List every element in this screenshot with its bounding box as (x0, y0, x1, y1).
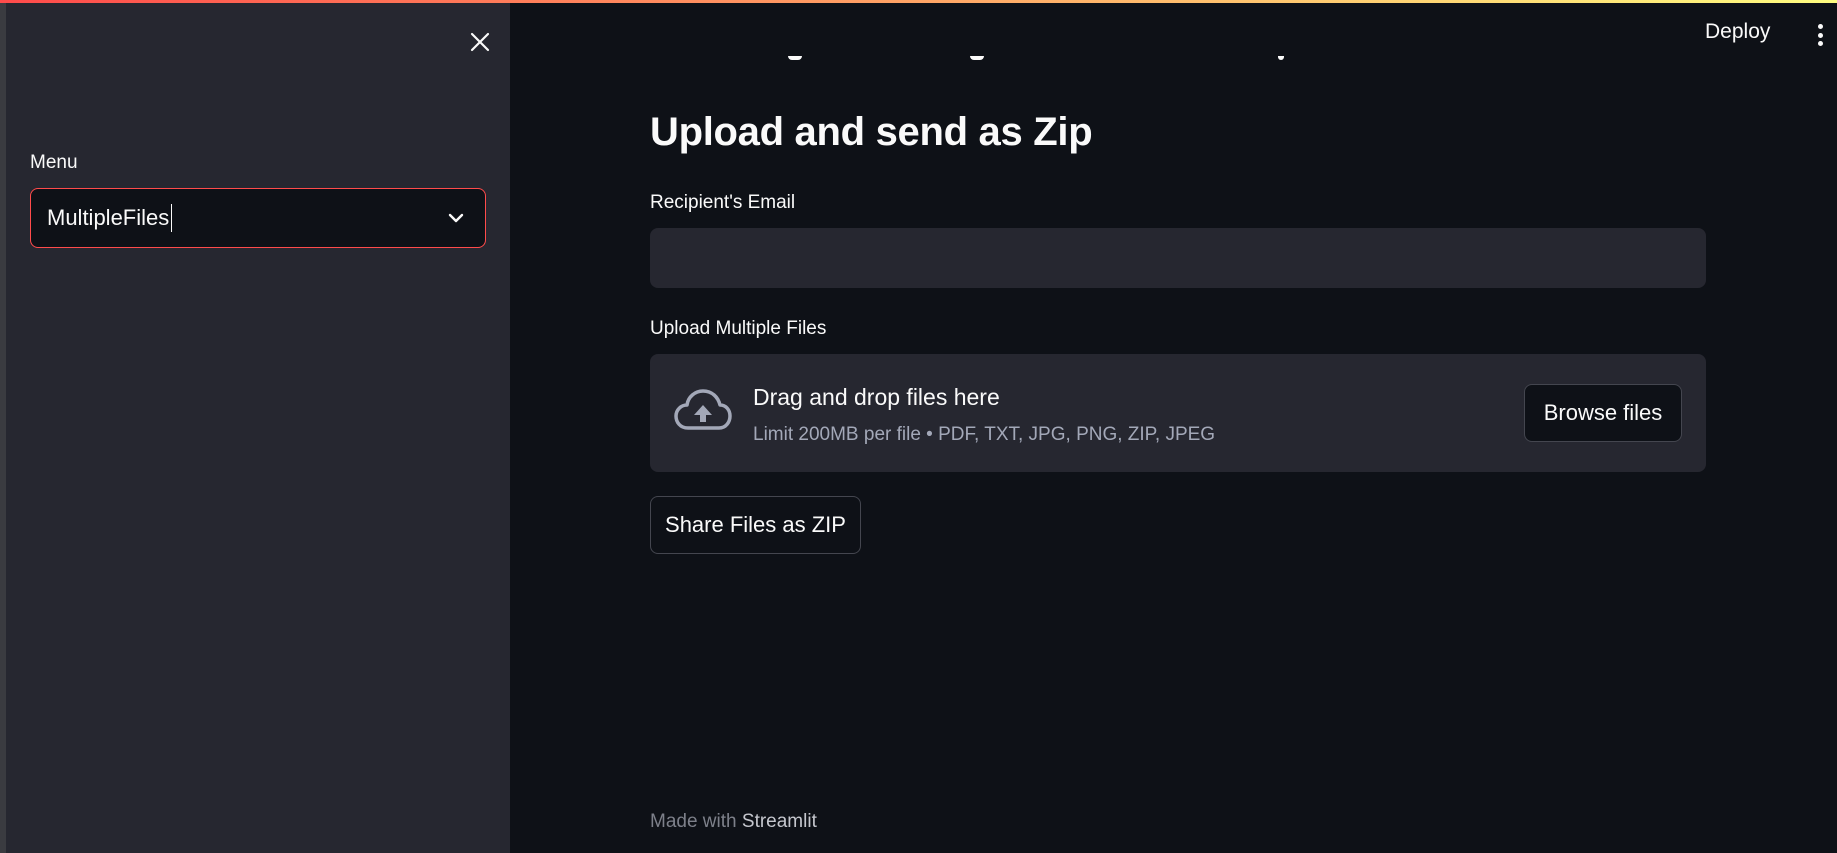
cloud-upload-icon (674, 389, 732, 430)
share-files-zip-button[interactable]: Share Files as ZIP (650, 496, 861, 554)
text-caret (171, 204, 173, 232)
file-dropzone[interactable]: Drag and drop files here Limit 200MB per… (650, 354, 1706, 472)
page-title: Upload and send as Zip (650, 110, 1093, 154)
browse-files-button[interactable]: Browse files (1524, 384, 1682, 442)
close-icon (470, 32, 490, 52)
more-menu-button[interactable] (1812, 22, 1828, 48)
header-decoration-bar (0, 0, 1837, 3)
dropzone-limits: Limit 200MB per file • PDF, TXT, JPG, PN… (753, 424, 1216, 445)
menu-label: Menu (30, 152, 78, 173)
dropzone-title: Drag and drop files here (753, 384, 1000, 410)
deploy-button[interactable]: Deploy (1705, 20, 1770, 44)
close-sidebar-button[interactable] (462, 24, 498, 60)
chevron-down-icon (448, 213, 464, 223)
streamlit-link[interactable]: Streamlit (742, 811, 817, 832)
more-vertical-icon-dot (1817, 41, 1823, 46)
menu-select-value: MultipleFiles (47, 205, 170, 230)
email-input[interactable] (650, 228, 1706, 288)
footer: Made with Streamlit (650, 811, 817, 833)
sidebar: Menu MultipleFiles (6, 0, 510, 853)
scrolled-off-text (650, 56, 1330, 70)
menu-select[interactable]: MultipleFiles (30, 188, 486, 248)
more-vertical-icon (1817, 24, 1823, 29)
upload-label: Upload Multiple Files (650, 318, 827, 339)
more-vertical-icon-dot (1817, 32, 1823, 38)
footer-made-with: Made with (650, 811, 737, 832)
email-label: Recipient's Email (650, 192, 796, 213)
